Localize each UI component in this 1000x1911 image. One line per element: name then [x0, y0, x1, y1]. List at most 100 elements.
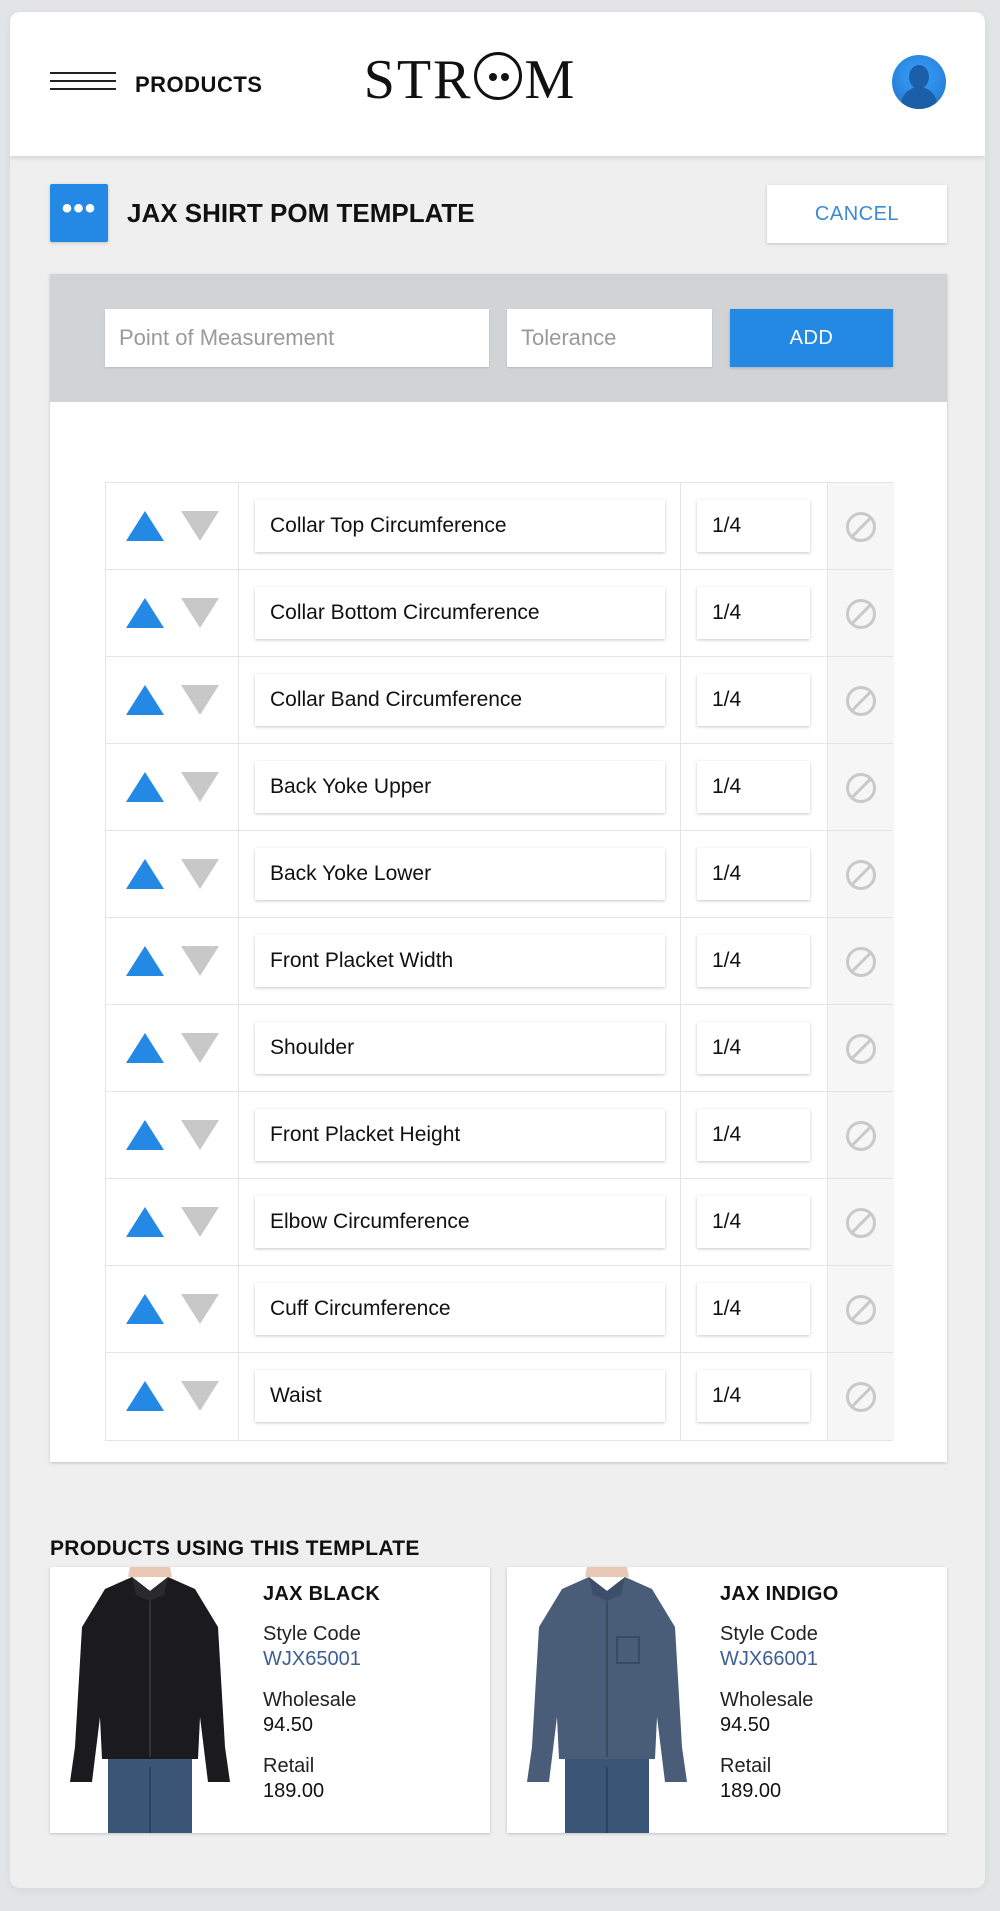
- pom-tolerance-field[interactable]: 1/4: [697, 500, 810, 552]
- move-up-icon[interactable]: [126, 511, 164, 541]
- avatar[interactable]: [892, 55, 946, 109]
- app-frame: PRODUCTS STR M ••• JAX SHIRT POM TEMPLATE…: [10, 12, 985, 1888]
- pom-tolerance-field[interactable]: 1/4: [697, 1370, 810, 1422]
- pom-name-field[interactable]: Collar Bottom Circumference: [255, 587, 665, 639]
- remove-cell: [828, 657, 894, 743]
- pom-row: Back Yoke Lower 1/4: [106, 831, 894, 918]
- pom-row: Collar Top Circumference 1/4: [106, 483, 894, 570]
- pom-template-card: ADD Collar Top Circumference 1/4 Collar Bo…: [50, 274, 947, 1462]
- remove-icon[interactable]: [846, 1121, 876, 1151]
- pom-tolerance-field[interactable]: 1/4: [697, 1109, 810, 1161]
- wholesale-label: Wholesale: [263, 1689, 357, 1711]
- product-card[interactable]: JAX INDIGO Style Code WJX66001 Wholesale…: [507, 1567, 947, 1833]
- remove-icon[interactable]: [846, 1034, 876, 1064]
- pom-tolerance-field[interactable]: 1/4: [697, 761, 810, 813]
- pom-name-field[interactable]: Back Yoke Lower: [255, 848, 665, 900]
- move-up-icon[interactable]: [126, 1033, 164, 1063]
- pom-tolerance-field[interactable]: 1/4: [697, 587, 810, 639]
- pom-row: Front Placket Width 1/4: [106, 918, 894, 1005]
- move-down-icon[interactable]: [181, 1033, 219, 1063]
- move-up-icon[interactable]: [126, 859, 164, 889]
- move-up-icon[interactable]: [126, 1207, 164, 1237]
- pom-name-field[interactable]: Waist: [255, 1370, 665, 1422]
- remove-icon[interactable]: [846, 1208, 876, 1238]
- move-down-icon[interactable]: [181, 1120, 219, 1150]
- pom-tolerance-field[interactable]: 1/4: [697, 674, 810, 726]
- retail-label: Retail: [720, 1755, 772, 1777]
- add-button[interactable]: ADD: [730, 309, 893, 367]
- pom-tolerance-field[interactable]: 1/4: [697, 1022, 810, 1074]
- remove-icon[interactable]: [846, 1382, 876, 1412]
- pom-name-cell: Front Placket Width: [239, 918, 681, 1004]
- pom-row: Front Placket Height 1/4: [106, 1092, 894, 1179]
- move-up-icon[interactable]: [126, 1381, 164, 1411]
- pom-tolerance-cell: 1/4: [681, 1179, 828, 1265]
- reorder-cell: [106, 483, 239, 569]
- avatar-head: [909, 65, 929, 89]
- pom-row: Shoulder 1/4: [106, 1005, 894, 1092]
- pom-tolerance-cell: 1/4: [681, 831, 828, 917]
- pom-tolerance-field[interactable]: 1/4: [697, 848, 810, 900]
- remove-icon[interactable]: [846, 860, 876, 890]
- pom-name-field[interactable]: Shoulder: [255, 1022, 665, 1074]
- retail-label: Retail: [263, 1755, 315, 1777]
- move-down-icon[interactable]: [181, 685, 219, 715]
- reorder-cell: [106, 1005, 239, 1091]
- remove-cell: [828, 744, 894, 830]
- move-up-icon[interactable]: [126, 1294, 164, 1324]
- move-up-icon[interactable]: [126, 772, 164, 802]
- top-bar: PRODUCTS STR M: [10, 12, 985, 156]
- move-down-icon[interactable]: [181, 1207, 219, 1237]
- move-up-icon[interactable]: [126, 598, 164, 628]
- pom-tolerance-field[interactable]: 1/4: [697, 1283, 810, 1335]
- remove-icon[interactable]: [846, 512, 876, 542]
- pom-name-cell: Shoulder: [239, 1005, 681, 1091]
- point-of-measurement-input[interactable]: [105, 309, 489, 367]
- pom-name-field[interactable]: Front Placket Width: [255, 935, 665, 987]
- remove-icon[interactable]: [846, 686, 876, 716]
- menu-icon[interactable]: [50, 72, 116, 96]
- more-options-button[interactable]: •••: [50, 184, 108, 242]
- product-name: JAX BLACK: [263, 1583, 381, 1605]
- move-down-icon[interactable]: [181, 946, 219, 976]
- move-down-icon[interactable]: [181, 859, 219, 889]
- remove-icon[interactable]: [846, 947, 876, 977]
- pom-name-field[interactable]: Cuff Circumference: [255, 1283, 665, 1335]
- remove-icon[interactable]: [846, 1295, 876, 1325]
- page-title: JAX SHIRT POM TEMPLATE: [127, 198, 475, 228]
- move-up-icon[interactable]: [126, 946, 164, 976]
- pom-tolerance-field[interactable]: 1/4: [697, 1196, 810, 1248]
- pom-name-field[interactable]: Collar Band Circumference: [255, 674, 665, 726]
- pom-name-cell: Back Yoke Lower: [239, 831, 681, 917]
- pom-name-field[interactable]: Front Placket Height: [255, 1109, 665, 1161]
- product-card[interactable]: JAX BLACK Style Code WJX65001 Wholesale …: [50, 1567, 490, 1833]
- avatar-body: [901, 87, 937, 109]
- pom-name-cell: Elbow Circumference: [239, 1179, 681, 1265]
- style-code-label: Style Code: [263, 1623, 361, 1645]
- reorder-cell: [106, 657, 239, 743]
- move-down-icon[interactable]: [181, 1294, 219, 1324]
- style-code-value: WJX65001: [263, 1648, 361, 1670]
- remove-icon[interactable]: [846, 599, 876, 629]
- cancel-button[interactable]: CANCEL: [767, 185, 947, 243]
- logo-text-right: M: [524, 49, 577, 111]
- move-up-icon[interactable]: [126, 685, 164, 715]
- reorder-cell: [106, 1353, 239, 1440]
- remove-icon[interactable]: [846, 773, 876, 803]
- pom-tolerance-cell: 1/4: [681, 1005, 828, 1091]
- pom-name-field[interactable]: Back Yoke Upper: [255, 761, 665, 813]
- move-down-icon[interactable]: [181, 511, 219, 541]
- pom-name-field[interactable]: Elbow Circumference: [255, 1196, 665, 1248]
- section-title: PRODUCTS: [135, 72, 263, 97]
- move-down-icon[interactable]: [181, 1381, 219, 1411]
- move-down-icon[interactable]: [181, 598, 219, 628]
- logo-eye-icon: [474, 52, 523, 100]
- remove-cell: [828, 570, 894, 656]
- pom-tolerance-field[interactable]: 1/4: [697, 935, 810, 987]
- style-code-label: Style Code: [720, 1623, 818, 1645]
- move-down-icon[interactable]: [181, 772, 219, 802]
- move-up-icon[interactable]: [126, 1120, 164, 1150]
- tolerance-input[interactable]: [507, 309, 712, 367]
- pom-name-cell: Collar Band Circumference: [239, 657, 681, 743]
- pom-name-field[interactable]: Collar Top Circumference: [255, 500, 665, 552]
